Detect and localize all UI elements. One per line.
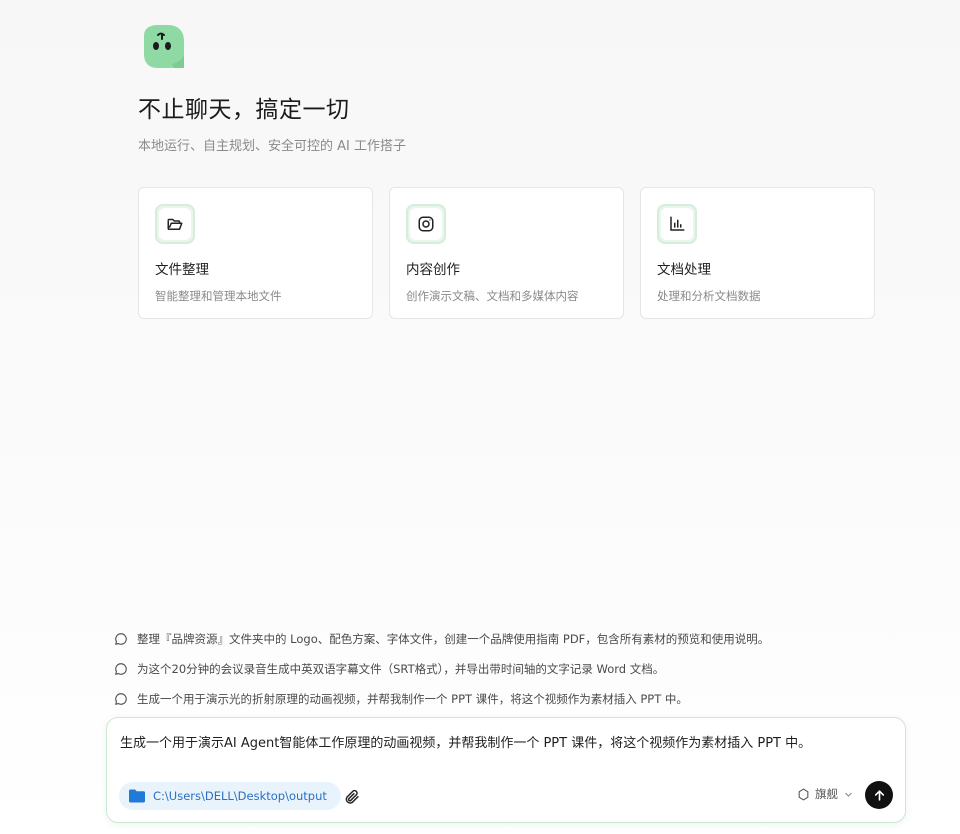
attach-button[interactable] bbox=[343, 788, 361, 806]
workspace-folder-chip[interactable]: C:\Users\DELL\Desktop\output bbox=[119, 782, 341, 810]
card-icon-frame bbox=[657, 204, 697, 244]
paperclip-icon bbox=[345, 789, 359, 804]
model-selector[interactable]: 旗舰 bbox=[797, 786, 853, 802]
send-button[interactable] bbox=[865, 781, 893, 809]
suggestion-text: 生成一个用于演示光的折射原理的动画视频，并帮我制作一个 PPT 课件，将这个视频… bbox=[137, 692, 688, 706]
card-description: 处理和分析文档数据 bbox=[657, 289, 761, 303]
suggestion-list: 整理『品牌资源』文件夹中的 Logo、配色方案、字体文件，创建一个品牌使用指南 … bbox=[114, 624, 769, 714]
feature-cards: 文件整理 智能整理和管理本地文件 内容创作 创作演示文稿、文档和多媒体内容 文档… bbox=[138, 187, 875, 319]
folder-path: C:\Users\DELL\Desktop\output bbox=[153, 789, 327, 803]
message-input[interactable]: 生成一个用于演示AI Agent智能体工作原理的动画视频，并帮我制作一个 PPT… bbox=[120, 732, 890, 751]
bar-chart-icon bbox=[670, 216, 685, 231]
mascot-logo-icon bbox=[138, 22, 186, 70]
suggestion-item[interactable]: 为这个20分钟的会议录音生成中英双语字幕文件（SRT格式），并导出带时间轴的文字… bbox=[114, 654, 769, 684]
card-title: 文档处理 bbox=[657, 262, 711, 278]
page-subtitle: 本地运行、自主规划、安全可控的 AI 工作搭子 bbox=[138, 139, 406, 154]
chat-bubble-icon bbox=[115, 693, 127, 705]
card-description: 创作演示文稿、文档和多媒体内容 bbox=[406, 289, 579, 303]
chevron-down-icon bbox=[845, 792, 852, 797]
folder-icon bbox=[167, 218, 183, 230]
page-title: 不止聊天，搞定一切 bbox=[138, 97, 350, 123]
chip-icon bbox=[798, 787, 809, 801]
card-icon-frame bbox=[406, 204, 446, 244]
card-icon-frame bbox=[155, 204, 195, 244]
suggestion-item[interactable]: 生成一个用于演示光的折射原理的动画视频，并帮我制作一个 PPT 课件，将这个视频… bbox=[114, 684, 769, 714]
suggestion-text: 整理『品牌资源』文件夹中的 Logo、配色方案、字体文件，创建一个品牌使用指南 … bbox=[137, 632, 770, 646]
card-title: 内容创作 bbox=[406, 262, 460, 278]
chat-composer: 生成一个用于演示AI Agent智能体工作原理的动画视频，并帮我制作一个 PPT… bbox=[106, 717, 906, 823]
card-title: 文件整理 bbox=[155, 262, 209, 278]
suggestion-text: 为这个20分钟的会议录音生成中英双语字幕文件（SRT格式），并导出带时间轴的文字… bbox=[137, 662, 665, 676]
instagram-icon bbox=[418, 216, 434, 232]
chat-bubble-icon bbox=[115, 663, 127, 675]
suggestion-item[interactable]: 整理『品牌资源』文件夹中的 Logo、配色方案、字体文件，创建一个品牌使用指南 … bbox=[114, 624, 769, 654]
card-file-organize[interactable]: 文件整理 智能整理和管理本地文件 bbox=[138, 187, 373, 319]
card-content-creation[interactable]: 内容创作 创作演示文稿、文档和多媒体内容 bbox=[389, 187, 624, 319]
card-description: 智能整理和管理本地文件 bbox=[155, 289, 282, 303]
folder-icon bbox=[129, 789, 145, 803]
model-label: 旗舰 bbox=[815, 787, 838, 801]
arrow-up-icon bbox=[874, 789, 884, 801]
card-document-processing[interactable]: 文档处理 处理和分析文档数据 bbox=[640, 187, 875, 319]
chat-bubble-icon bbox=[115, 633, 127, 645]
